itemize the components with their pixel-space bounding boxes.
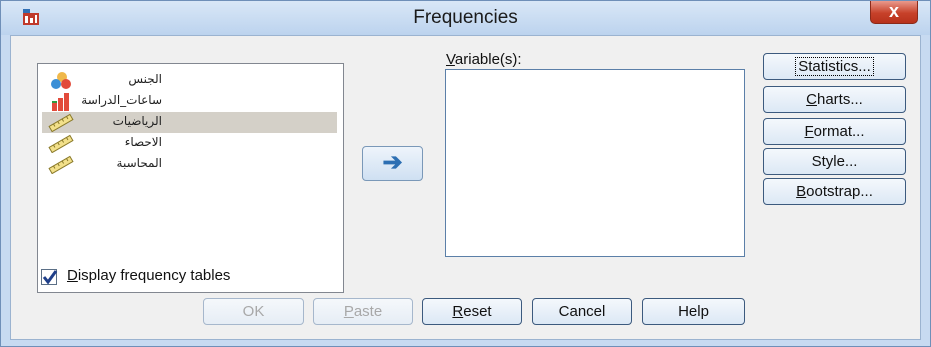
cancel-button[interactable]: Cancel — [532, 298, 632, 325]
scale-icon — [48, 134, 74, 153]
nominal-icon — [51, 72, 71, 89]
display-frequency-tables-checkbox[interactable] — [41, 269, 58, 285]
list-item[interactable]: الاحصاء — [42, 133, 337, 154]
frequencies-dialog: Frequencies x الجنس ساعات_الدراسة الرياض… — [0, 0, 931, 347]
dialog-body: الجنس ساعات_الدراسة الرياضيات الاحصاء ال… — [10, 35, 921, 340]
ok-button[interactable]: OK — [203, 298, 304, 325]
variable-label: الرياضيات — [112, 114, 162, 128]
charts-button[interactable]: Charts... — [763, 86, 906, 113]
variable-label: المحاسبة — [116, 156, 162, 170]
arrow-right-icon: ➔ — [382, 149, 403, 176]
ordinal-icon — [52, 93, 69, 111]
source-variable-list[interactable]: الجنس ساعات_الدراسة الرياضيات الاحصاء ال… — [37, 63, 344, 293]
format-button[interactable]: Format... — [763, 118, 906, 145]
variables-label: Variable(s): — [446, 51, 522, 68]
help-button[interactable]: Help — [642, 298, 745, 325]
statistics-button[interactable]: Statistics... — [763, 53, 906, 80]
variable-label: الاحصاء — [124, 135, 162, 149]
window-title: Frequencies — [413, 7, 518, 28]
list-item[interactable]: المحاسبة — [42, 154, 337, 175]
title-bar[interactable]: Frequencies x — [1, 1, 930, 35]
style-button[interactable]: Style... — [763, 148, 906, 175]
list-item[interactable]: ساعات_الدراسة — [42, 91, 337, 112]
list-item[interactable]: الرياضيات — [42, 112, 337, 133]
selected-variables-list[interactable] — [445, 69, 745, 257]
paste-button[interactable]: Paste — [313, 298, 413, 325]
checkmark-icon — [42, 270, 58, 285]
scale-icon — [48, 155, 74, 174]
list-item[interactable]: الجنس — [42, 70, 337, 91]
variable-label: الجنس — [128, 72, 162, 86]
close-button[interactable]: x — [870, 1, 918, 24]
bootstrap-button[interactable]: Bootstrap... — [763, 178, 906, 205]
move-variable-button[interactable]: ➔ — [362, 146, 423, 181]
reset-button[interactable]: Reset — [422, 298, 522, 325]
variable-label: ساعات_الدراسة — [81, 93, 162, 107]
scale-icon — [48, 113, 74, 132]
display-frequency-tables-label[interactable]: Display frequency tables — [67, 267, 230, 284]
